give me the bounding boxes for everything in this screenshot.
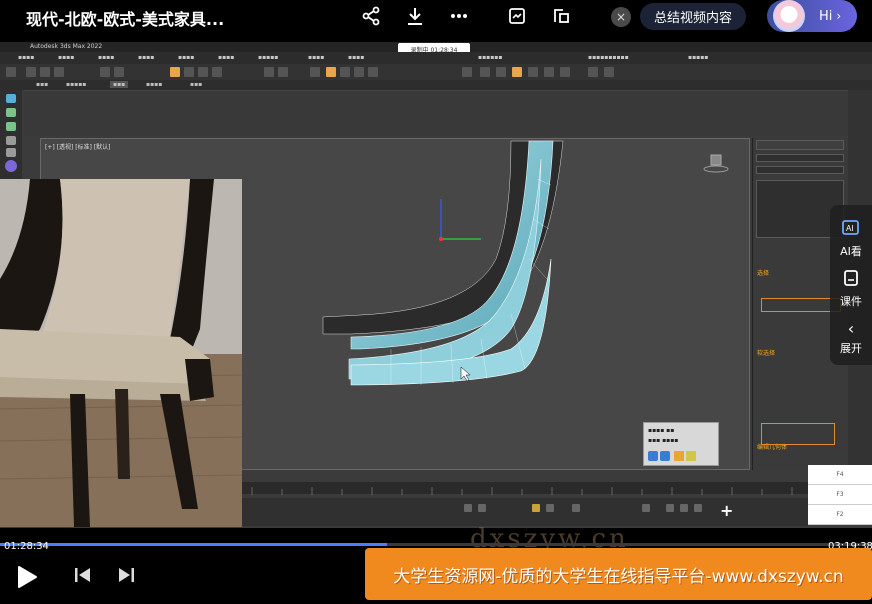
previous-button[interactable]: [74, 565, 92, 590]
reference-chair-photo: [0, 179, 242, 527]
ai-view-icon: AI: [841, 219, 861, 242]
svg-text:AI: AI: [846, 224, 854, 233]
app-window-title: Autodesk 3ds Max 2022: [30, 43, 103, 50]
frame-list: F4 F3 F2: [808, 465, 872, 525]
frame-row: F3: [808, 485, 872, 505]
video-top-bar: 现代-北欧-欧式-美式家具... × 总结视频内容 Hi ›: [0, 0, 872, 34]
rollout-selection[interactable]: 选择: [757, 268, 769, 277]
ai-view-label: AI看: [840, 245, 862, 258]
progress-fill: [0, 543, 388, 546]
viewport-popup-panel[interactable]: ▪▪▪▪ ▪▪ ▪▪▪ ▪▪▪▪: [643, 422, 719, 466]
next-button[interactable]: [117, 565, 135, 590]
frame-row: F2: [808, 505, 872, 525]
status-bar: +: [242, 498, 808, 526]
video-title: 现代-北欧-欧式-美式家具...: [26, 10, 225, 29]
video-frame[interactable]: Autodesk 3ds Max 2022 录制中 01:28:34 ▪▪▪▪ ▪…: [0, 42, 872, 528]
pip-icon[interactable]: [549, 4, 573, 28]
current-time: 01:28:34: [4, 541, 49, 552]
download-icon[interactable]: [403, 4, 427, 28]
ribbon-tabs: ▪▪▪ ▪▪▪▪▪ ▪▪▪ ▪▪▪▪ ▪▪▪: [0, 80, 872, 90]
courseware-label: 课件: [840, 295, 862, 308]
assistant-avatar: [773, 0, 805, 32]
hi-label: Hi: [819, 8, 833, 24]
more-icon[interactable]: [447, 4, 471, 28]
rollout-soft-selection[interactable]: 软选择: [757, 348, 775, 357]
courseware-icon: [842, 269, 860, 292]
screenshot-icon[interactable]: [505, 4, 529, 28]
play-icon: [18, 566, 37, 588]
left-tool-strip: [0, 90, 22, 180]
app-titlebar: Autodesk 3ds Max 2022 录制中 01:28:34: [0, 42, 872, 55]
progress-bar[interactable]: [0, 543, 872, 546]
chevron-right-icon: ›: [836, 9, 842, 23]
expand-label: 展开: [840, 342, 862, 355]
ai-assistant-button[interactable]: Hi ›: [767, 0, 857, 32]
promo-banner[interactable]: 大学生资源网-优质的大学生在线指导平台-www.dxszyw.cn: [365, 548, 872, 600]
play-button[interactable]: [16, 565, 38, 594]
add-key-button[interactable]: +: [720, 501, 733, 520]
app-main-toolbar: [0, 64, 872, 80]
chevron-left-icon: ‹: [847, 319, 855, 338]
viewcube-icon[interactable]: [703, 153, 729, 177]
ai-view-button[interactable]: AI AI看: [830, 219, 872, 259]
animation-timeline[interactable]: [242, 482, 808, 495]
promo-banner-text: 大学生资源网-优质的大学生在线指导平台-www.dxszyw.cn: [393, 566, 844, 587]
frame-row: F4: [808, 465, 872, 485]
skip-forward-icon: [119, 568, 134, 582]
summarize-video-button[interactable]: 总结视频内容: [640, 3, 746, 30]
ribbon-panel: [24, 90, 872, 136]
share-icon[interactable]: [359, 4, 383, 28]
courseware-button[interactable]: 课件: [830, 269, 872, 309]
close-summary-button[interactable]: ×: [611, 7, 631, 27]
expand-button[interactable]: ‹ 展开: [830, 319, 872, 356]
app-menubar: ▪▪▪▪ ▪▪▪▪ ▪▪▪▪ ▪▪▪▪ ▪▪▪▪ ▪▪▪▪ ▪▪▪▪▪ ▪▪▪▪ ▪▪▪…: [0, 52, 872, 64]
side-float-panel: AI AI看 课件 ‹ 展开: [830, 205, 872, 365]
skip-back-icon: [75, 568, 90, 582]
